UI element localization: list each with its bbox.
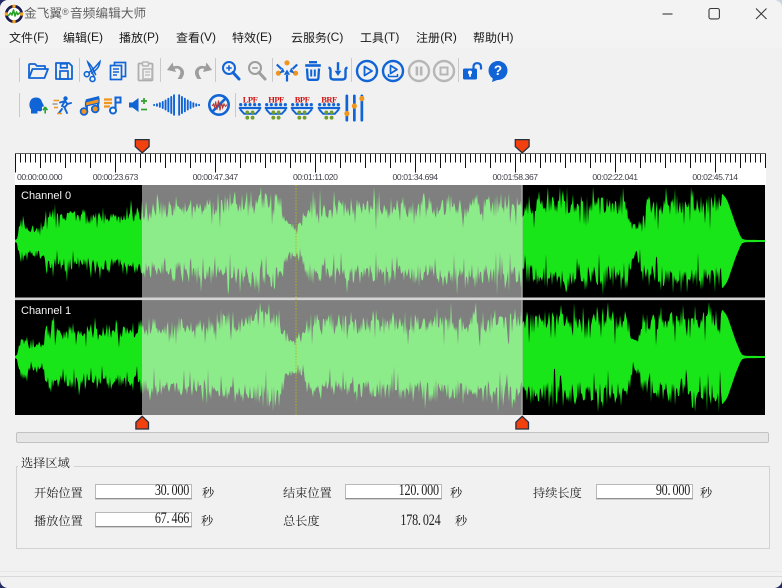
svg-text:?: ?: [494, 63, 502, 78]
